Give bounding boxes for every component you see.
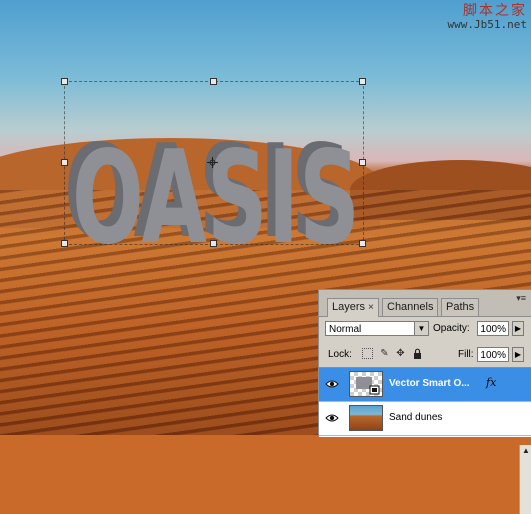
transform-handle-top-left[interactable] — [61, 78, 68, 85]
transform-handle-top-right[interactable] — [359, 78, 366, 85]
layer-row-vector-smart-object[interactable]: Vector Smart O... fx — [319, 368, 531, 402]
lock-pixels-brush-icon[interactable]: ✎ — [379, 348, 390, 359]
fill-slider-arrow-icon[interactable]: ▶ — [512, 347, 524, 362]
layers-list: Vector Smart O... fx Sand dunes ▲ — [319, 367, 531, 514]
watermark-url: www.Jb51.net — [447, 17, 527, 31]
tab-paths-label: Paths — [446, 301, 475, 313]
panel-tab-bar: Layers × Channels Paths ▾≡ — [319, 290, 531, 317]
blend-mode-value: Normal — [329, 324, 362, 335]
eye-icon[interactable] — [325, 378, 339, 390]
transform-handle-bottom-right[interactable] — [359, 240, 366, 247]
smart-object-thumbnail — [349, 371, 383, 397]
opacity-slider-arrow-icon[interactable]: ▶ — [512, 321, 524, 336]
transform-handle-left[interactable] — [61, 159, 68, 166]
tab-channels[interactable]: Channels — [382, 298, 439, 316]
transform-handle-top[interactable] — [210, 78, 217, 85]
transform-handle-right[interactable] — [359, 159, 366, 166]
fill-input[interactable]: 100% — [477, 347, 509, 362]
watermark: 脚本之家 www.Jb51.net — [448, 4, 527, 30]
layer-name[interactable]: Vector Smart O... — [389, 378, 470, 389]
lock-label: Lock: — [328, 349, 352, 360]
layers-scrollbar[interactable]: ▲ — [519, 445, 531, 514]
tab-channels-label: Channels — [387, 301, 434, 313]
fill-label: Fill: — [458, 349, 474, 360]
tab-layers-label: Layers — [332, 301, 366, 313]
blend-mode-select[interactable]: Normal ▼ — [325, 321, 429, 336]
lock-position-move-icon[interactable]: ✥ — [395, 348, 406, 359]
eye-icon[interactable] — [325, 412, 339, 424]
sand-dunes-thumbnail — [349, 405, 383, 431]
chevron-down-icon[interactable]: ▼ — [414, 322, 428, 335]
transform-center-icon[interactable] — [207, 157, 218, 168]
layer-effects-fx-icon[interactable]: fx — [486, 376, 496, 389]
scroll-up-arrow-icon[interactable]: ▲ — [520, 445, 531, 457]
watermark-site-name: 脚本之家 — [463, 3, 527, 19]
tab-paths[interactable]: Paths — [441, 298, 480, 316]
close-icon[interactable]: × — [368, 302, 374, 313]
lock-transparency-icon[interactable] — [362, 348, 373, 359]
layers-panel: Layers × Channels Paths ▾≡ Normal ▼ Opaci… — [318, 289, 531, 514]
transform-handle-bottom-left[interactable] — [61, 240, 68, 247]
layer-row-sand-dunes[interactable]: Sand dunes — [319, 402, 531, 436]
panel-menu-icon[interactable]: ▾≡ — [516, 293, 526, 304]
opacity-input[interactable]: 100% — [477, 321, 509, 336]
tab-layers[interactable]: Layers × — [327, 298, 379, 317]
layer-name[interactable]: Sand dunes — [389, 412, 442, 423]
transform-handle-bottom[interactable] — [210, 240, 217, 247]
opacity-label: Opacity: — [433, 323, 470, 334]
lock-all-padlock-icon[interactable] — [412, 348, 423, 359]
